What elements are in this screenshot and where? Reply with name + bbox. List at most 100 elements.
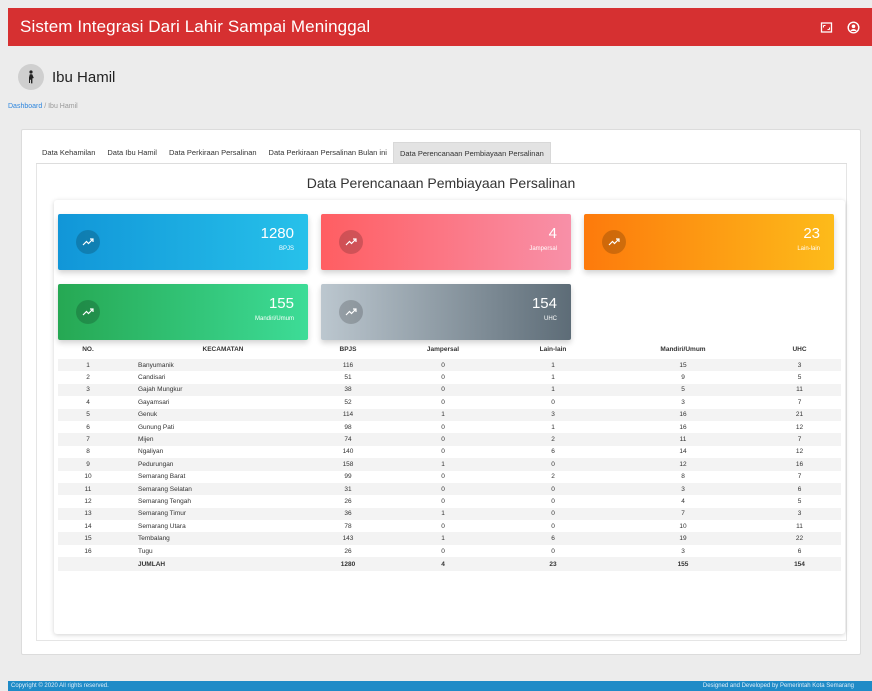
table-cell: 0 (498, 507, 608, 521)
total-cell: 155 (608, 557, 758, 572)
table-cell: 51 (344, 374, 352, 382)
table-row: 8 Ngaliyan 140 0 6 14 12 (58, 446, 841, 458)
table-cell: 6 (797, 547, 802, 555)
table-cell: 2 (551, 473, 555, 481)
total-cell (58, 557, 118, 572)
table-cell: 0 (388, 433, 498, 446)
stat-label: Mandiri/Umum (254, 316, 294, 322)
table-cell: Gayamsari (138, 398, 170, 406)
table-cell: 140 (342, 448, 354, 456)
table-cell: 0 (441, 522, 445, 530)
developer-credit: Designed and Developed by Pemerintah Kot… (702, 683, 854, 689)
breadcrumb: Dashboard / Ibu Hamil (8, 103, 78, 110)
stat-card-mandiri-umum: 155 Mandiri/Umum (58, 284, 308, 340)
table-row: 16 Tugu 26 0 0 3 6 (58, 545, 841, 557)
table-cell: 10 (84, 473, 92, 481)
fullscreen-icon[interactable] (820, 21, 833, 34)
table-cell: 9 (681, 374, 685, 382)
breadcrumb-dashboard-link[interactable]: Dashboard (8, 103, 42, 110)
table-cell: 5 (608, 383, 758, 397)
table-cell: 0 (388, 482, 498, 496)
table-total-row: JUMLAH 1280 4 23 155 154 (58, 557, 841, 572)
tab-data-perencanaan-pembiayaan-persalinan[interactable]: Data Perencanaan Pembiayaan Persalinan (392, 142, 551, 163)
table-cell: 12 (608, 458, 758, 471)
table-cell: 5 (58, 408, 118, 421)
table-cell: 3 (758, 507, 841, 521)
table-cell: 1 (388, 532, 498, 545)
tab-data-perkiraan-persalinan[interactable]: Data Perkiraan Persalinan (163, 142, 263, 163)
table-cell: 1 (388, 458, 498, 471)
tab-data-perkiraan-persalinan-bulan-ini[interactable]: Data Perkiraan Persalinan Bulan ini (263, 142, 393, 163)
table-cell: 98 (344, 423, 352, 431)
table-cell: 26 (344, 497, 352, 505)
summary-card: 1280 BPJS 4 Jampersal 23 Lain-lain 155 M… (54, 200, 845, 634)
table-cell: Semarang Utara (138, 522, 186, 530)
table-row: 1 Banyumanik 116 0 1 15 3 (58, 359, 841, 372)
table-row: 2 Candisari 51 0 1 9 5 (58, 371, 841, 383)
stat-value: 1280 (260, 225, 294, 242)
table-cell: 3 (58, 383, 118, 397)
trending-up-icon (602, 230, 626, 254)
table-cell: 8 (86, 448, 90, 456)
table-cell: 7 (608, 507, 758, 521)
table-cell: 1 (58, 359, 118, 372)
table-cell: 1 (551, 423, 555, 431)
table-cell: 21 (758, 408, 841, 421)
table-cell: 5 (797, 374, 802, 382)
total-cell: 4 (388, 557, 498, 572)
table-cell: 11 (796, 522, 803, 530)
table-cell: 16 (84, 547, 92, 555)
table-cell: 16 (758, 458, 841, 471)
table-cell: 11 (58, 482, 118, 496)
stat-card-jampersal: 4 Jampersal (321, 214, 571, 270)
trending-up-icon (339, 230, 363, 254)
stat-label: Jampersal (529, 246, 557, 252)
table-body: 1 Banyumanik 116 0 1 15 3 2 Candisari 51 0 1 9 5 3 Gaja… (58, 359, 841, 572)
table-cell: 116 (308, 359, 388, 372)
table-cell: 11 (758, 383, 841, 397)
table-cell: 6 (86, 423, 90, 431)
stat-card-lain-lain: 23 Lain-lain (584, 214, 834, 270)
table-cell: 15 (58, 532, 118, 545)
table-cell: 10 (679, 522, 687, 530)
table-cell: 26 (344, 547, 352, 555)
table-cell: 74 (308, 433, 388, 446)
total-cell: 1280 (308, 557, 388, 572)
table-cell: 0 (441, 473, 445, 481)
table-cell: Genuk (118, 408, 308, 421)
breadcrumb-separator: / (44, 103, 47, 110)
table-cell: 5 (797, 497, 802, 505)
table-cell: Ngaliyan (138, 448, 164, 456)
stat-label: UHC (544, 316, 557, 322)
stat-value: 154 (531, 295, 557, 312)
table-cell: 16 (608, 408, 758, 421)
pregnant-woman-icon (18, 64, 44, 90)
total-cell: JUMLAH (118, 557, 308, 572)
table-cell: 36 (308, 507, 388, 521)
table-cell: 3 (758, 359, 841, 372)
table-cell: 3 (681, 547, 685, 555)
breadcrumb-current: Ibu Hamil (48, 103, 78, 110)
table-cell: Semarang Barat (138, 473, 186, 481)
table-cell: 0 (498, 482, 608, 496)
tab-data-ibu-hamil[interactable]: Data Ibu Hamil (101, 142, 163, 163)
trending-up-icon (76, 230, 100, 254)
table-cell: 0 (441, 423, 445, 431)
recap-table: NO. KECAMATAN BPJS Jampersal Lain-lain M… (58, 340, 841, 572)
table-row: 13 Semarang Timur 36 1 0 7 3 (58, 507, 841, 521)
column-header: Jampersal (426, 346, 460, 353)
table-cell: 2 (498, 433, 608, 446)
table-cell: 0 (498, 458, 608, 471)
table-cell: 7 (797, 398, 802, 406)
table-cell: 143 (308, 532, 388, 545)
table-cell: Semarang Timur (118, 507, 308, 521)
user-account-icon[interactable] (847, 20, 860, 34)
table-cell: 1 (388, 408, 498, 421)
column-header: Lain-lain (539, 346, 567, 353)
table-cell: 11 (608, 433, 758, 446)
tab-data-kehamilan[interactable]: Data Kehamilan (36, 142, 101, 163)
table-cell: Gunung Pati (138, 423, 175, 431)
table-cell: 31 (308, 482, 388, 496)
table-cell: 6 (551, 448, 555, 456)
table-cell: 7 (58, 433, 118, 446)
